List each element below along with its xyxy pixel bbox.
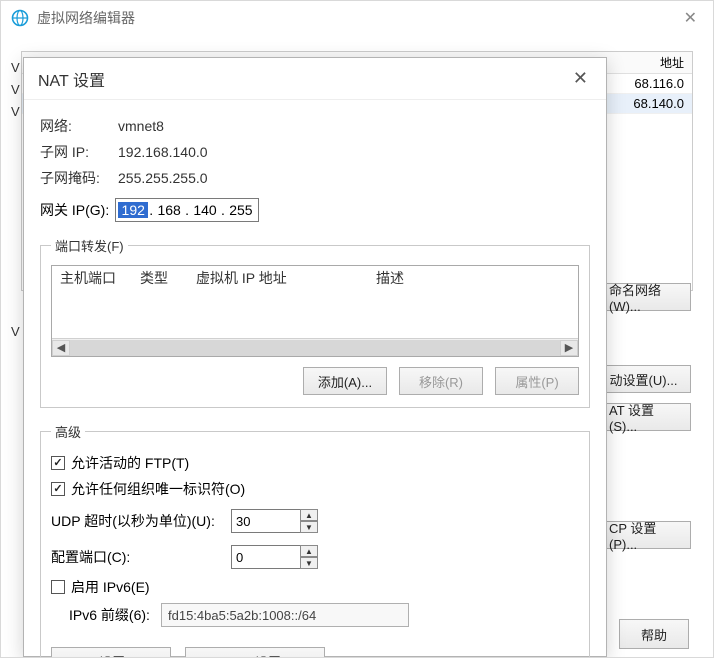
scroll-left-icon[interactable]: ◀ [52,340,70,356]
udp-timeout-input[interactable] [231,509,301,533]
pf-col-desc: 描述 [368,268,578,288]
pf-col-type: 类型 [132,268,188,288]
main-close-icon[interactable]: ✕ [678,8,703,28]
pf-add-button[interactable]: 添加(A)... [303,367,387,395]
scroll-track[interactable] [70,340,560,356]
enable-ipv6-label: 启用 IPv6(E) [71,577,150,597]
ip-octet-1[interactable]: 192 [118,202,148,218]
help-button[interactable]: 帮助 [619,619,689,649]
port-forwarding-legend: 端口转发(F) [51,236,128,255]
pf-columns: 主机端口 类型 虚拟机 IP 地址 描述 [52,266,578,290]
dialog-titlebar: NAT 设置 ✕ [24,58,606,100]
udp-timeout-label: UDP 超时(以秒为单位)(U): [51,511,231,531]
background-left-letters: V [11,321,20,343]
dialog-title: NAT 设置 [38,67,105,91]
pf-table-body[interactable] [52,290,578,338]
advanced-group: 高级 允许活动的 FTP(T) 允许任何组织唯一标识符(O) UDP 超时(以秒… [40,422,590,658]
ipv6-prefix-input[interactable]: fd15:4ba5:5a2b:1008::/64 [161,603,409,627]
ip-octet-4[interactable]: 255 [226,202,256,218]
app-icon [11,9,29,27]
main-titlebar: 虚拟网络编辑器 ✕ [1,1,713,35]
gateway-ip-input[interactable]: 192. 168. 140. 255 [115,198,259,222]
auto-settings-button[interactable]: 动设置(U)... [596,365,691,393]
subnet-ip-value: 192.168.140.0 [118,144,208,160]
subnet-mask-label: 子网掩码: [40,168,118,188]
main-window: 虚拟网络编辑器 ✕ 地址 68.116.0 68.140.0 V V V V 命… [0,0,714,658]
config-port-label: 配置端口(C): [51,547,231,567]
ipv6-prefix-label: IPv6 前缀(6): [69,605,161,625]
scroll-right-icon[interactable]: ▶ [560,340,578,356]
config-port-up-icon[interactable]: ▲ [300,545,318,557]
dialog-close-icon[interactable]: ✕ [569,68,592,89]
background-left-letters: V V V [11,57,20,123]
pf-col-host: 主机端口 [52,268,132,288]
port-forwarding-group: 端口转发(F) 主机端口 类型 虚拟机 IP 地址 描述 ◀ ▶ [40,236,590,408]
subnet-ip-label: 子网 IP: [40,142,118,162]
udp-timeout-up-icon[interactable]: ▲ [300,509,318,521]
nat-settings-dialog: NAT 设置 ✕ 网络: vmnet8 子网 IP: 192.168.140.0… [23,57,607,657]
config-port-down-icon[interactable]: ▼ [300,557,318,569]
nat-settings-button[interactable]: AT 设置(S)... [596,403,691,431]
advanced-legend: 高级 [51,422,85,441]
ip-octet-3[interactable]: 140 [190,202,220,218]
port-forwarding-table[interactable]: 主机端口 类型 虚拟机 IP 地址 描述 ◀ ▶ [51,265,579,357]
network-label: 网络: [40,116,118,136]
pf-horizontal-scrollbar[interactable]: ◀ ▶ [52,338,578,356]
background-col-addr: 地址 [660,54,684,71]
subnet-mask-value: 255.255.255.0 [118,170,208,186]
allow-active-ftp-label: 允许活动的 FTP(T) [71,453,189,473]
udp-timeout-down-icon[interactable]: ▼ [300,521,318,533]
rename-network-button[interactable]: 命名网络(W)... [596,283,691,311]
pf-properties-button[interactable]: 属性(P) [495,367,579,395]
pf-col-vmip: 虚拟机 IP 地址 [188,268,368,288]
allow-any-oui-checkbox[interactable] [51,482,65,496]
gateway-ip-label: 网关 IP(G): [40,200,109,220]
allow-active-ftp-checkbox[interactable] [51,456,65,470]
network-value: vmnet8 [118,118,164,134]
netbios-settings-button[interactable]: NetBIOS 设置(N)... [185,647,325,658]
allow-any-oui-label: 允许任何组织唯一标识符(O) [71,479,245,499]
main-title: 虚拟网络编辑器 [37,8,678,28]
ip-octet-2[interactable]: 168 [154,202,184,218]
pf-remove-button[interactable]: 移除(R) [399,367,483,395]
dhcp-settings-button[interactable]: CP 设置(P)... [596,521,691,549]
config-port-input[interactable] [231,545,301,569]
enable-ipv6-checkbox[interactable] [51,580,65,594]
dns-settings-button[interactable]: DNS 设置(D)... [51,647,171,658]
